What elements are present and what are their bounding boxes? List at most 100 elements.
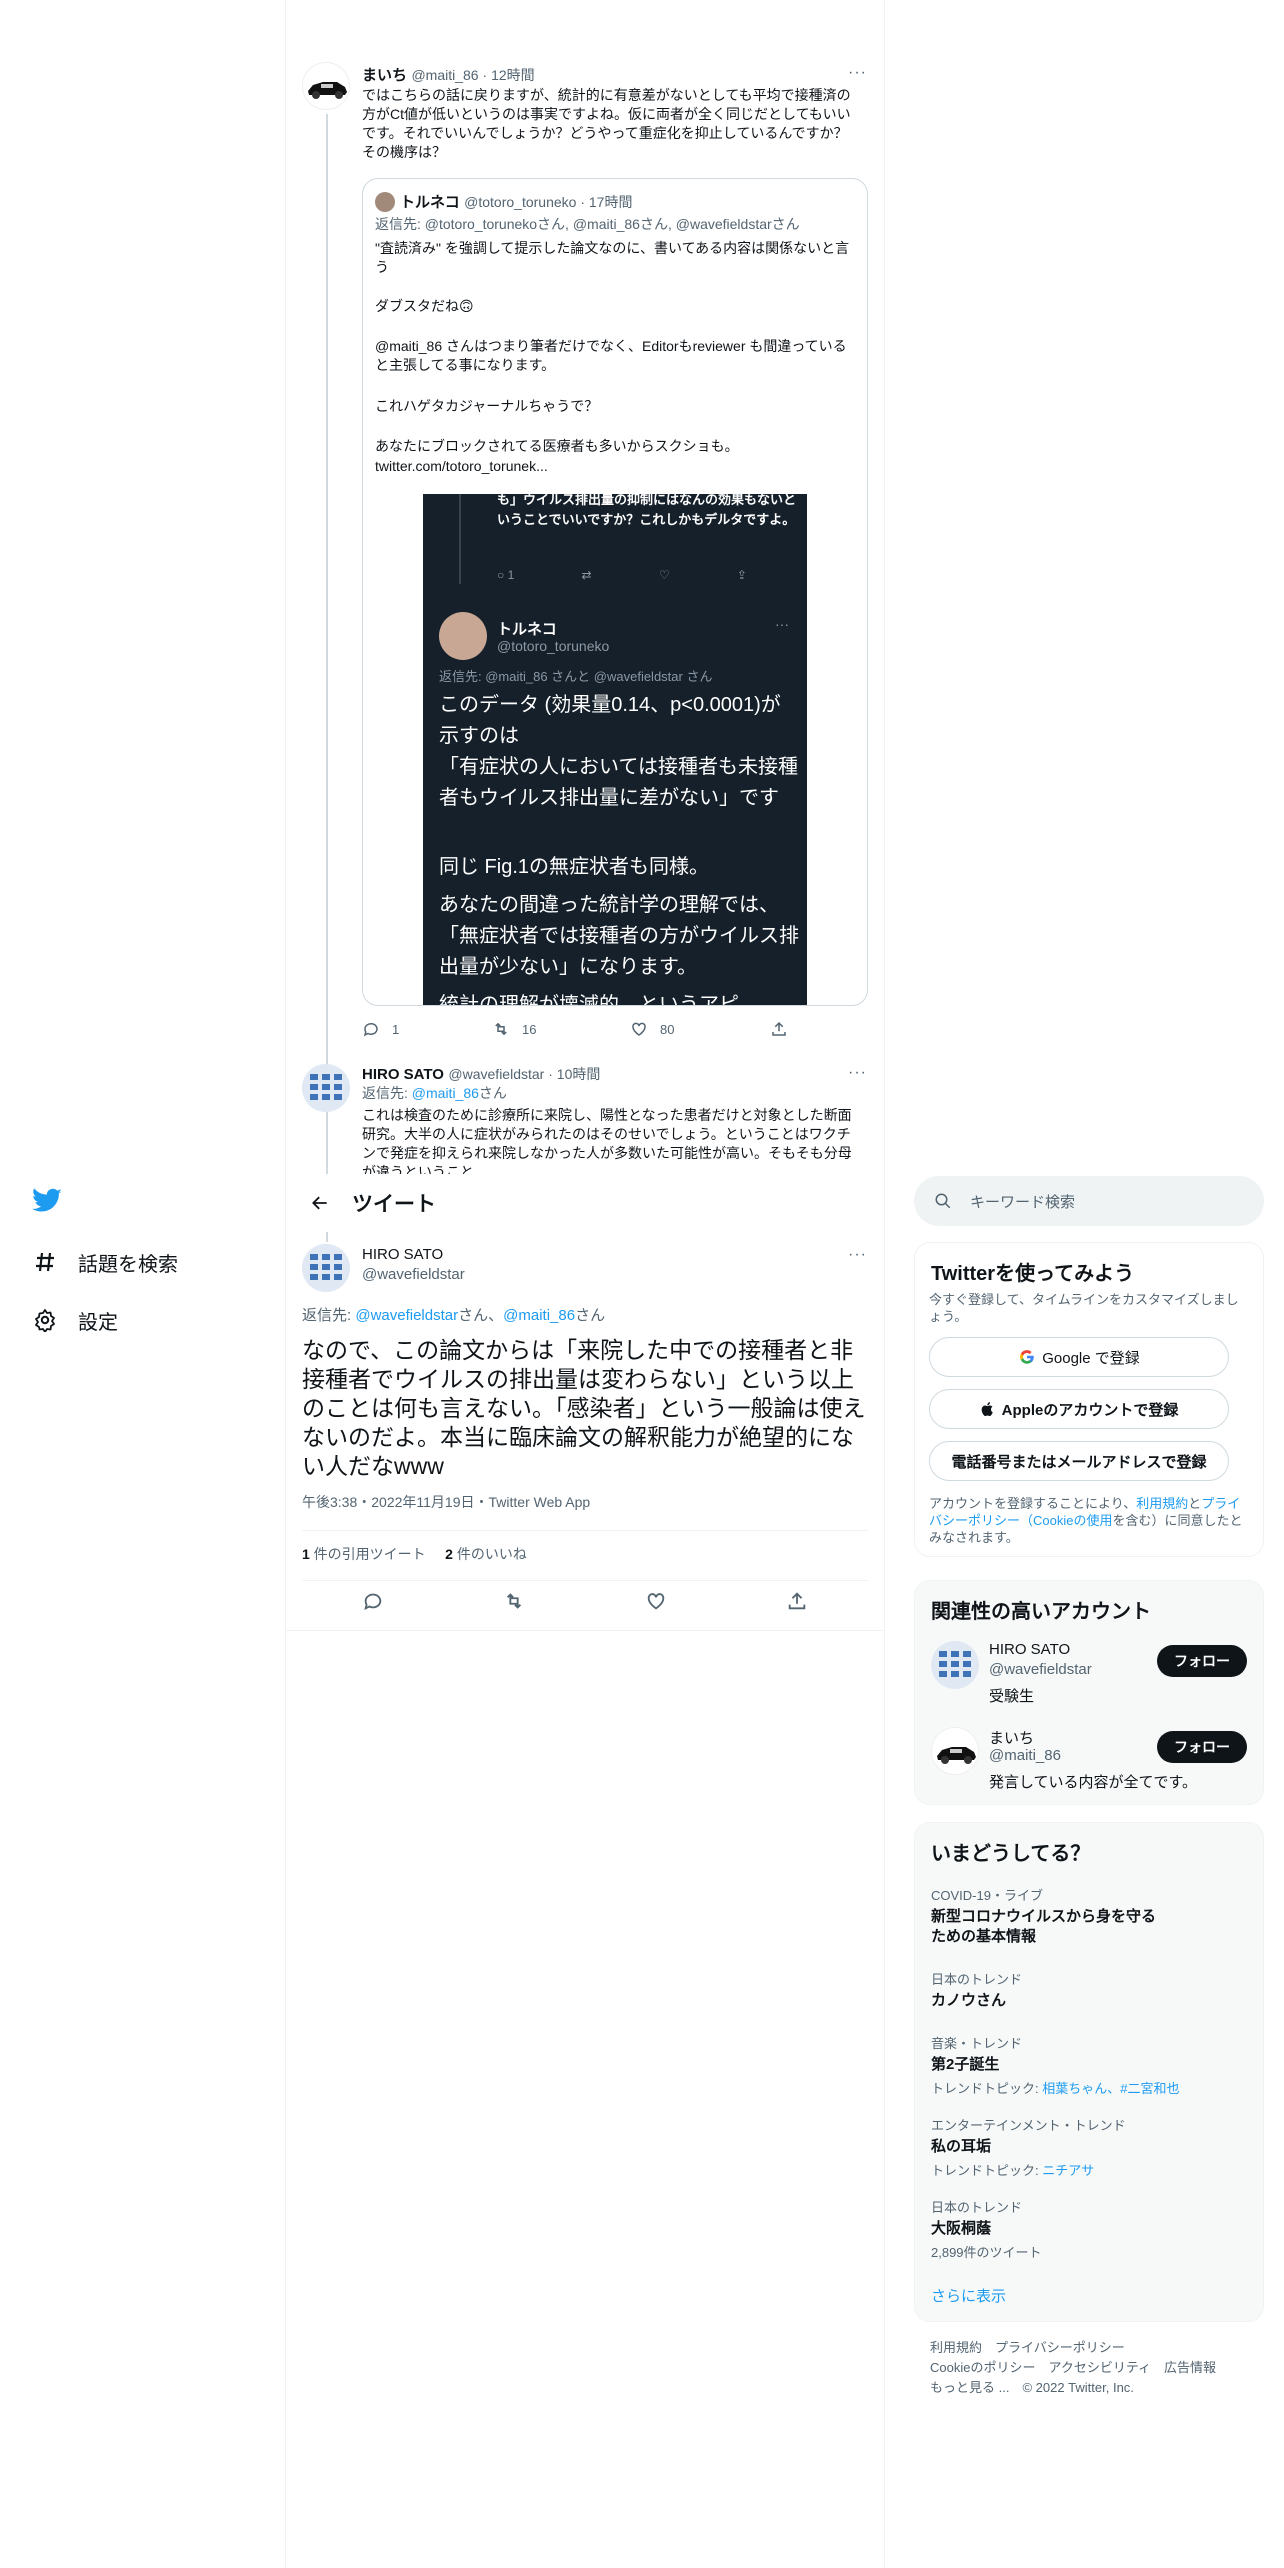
google-icon bbox=[1020, 1350, 1034, 1364]
search-input[interactable]: キーワード検索 bbox=[970, 1191, 1075, 1212]
reply-to: 返信先: @maiti_86さん bbox=[362, 1085, 507, 1101]
image-handle: @totoro_toruneko bbox=[497, 638, 610, 654]
tweet-stats: 1 件の引用ツイート 2 件のいいね bbox=[302, 1544, 527, 1564]
twitter-bird-icon[interactable] bbox=[32, 1188, 66, 1218]
retweet-button[interactable] bbox=[503, 1590, 525, 1617]
account-row[interactable]: まいち @maiti_86 発言している内容が全てです。 フォロー bbox=[915, 1723, 1263, 1803]
author-handle[interactable]: @maiti_86 bbox=[411, 67, 478, 83]
back-button[interactable] bbox=[300, 1183, 340, 1223]
signup-panel: Twitterを使ってみよう 今すぐ登録して、タイムラインをカスタマイズしましょ… bbox=[914, 1242, 1264, 1557]
avatar[interactable] bbox=[302, 1064, 350, 1112]
footer-links-1[interactable]: 利用規約 プライバシーポリシー bbox=[930, 2338, 1260, 2358]
footer-links-2[interactable]: Cookieのポリシー アクセシビリティ 広告情報 bbox=[930, 2358, 1260, 2378]
author-name[interactable]: まいち bbox=[362, 67, 407, 84]
avatar[interactable] bbox=[302, 1244, 350, 1292]
image-p2: 「有症状の人においては接種者も未接種者もウイルス排出量に差がない」です bbox=[439, 756, 798, 809]
quote-link[interactable]: twitter.com/totoro_torunek... bbox=[375, 457, 855, 476]
quote-tweet[interactable]: トルネコ @totoro_toruneko · 17時間 返信先: @totor… bbox=[362, 178, 868, 1006]
image-p5: 統計の理解が壊滅的、というアピ bbox=[439, 994, 739, 1006]
reply-to-link[interactable]: @wavefieldstar bbox=[355, 1307, 458, 1324]
retweet-button[interactable]: 16 bbox=[492, 1020, 630, 1038]
apple-signup-button[interactable]: Appleのアカウントで登録 bbox=[929, 1389, 1229, 1429]
tweet-text: これは検査のために診療所に来院し、陽性となった患者だけと対象とした断面研究。大半… bbox=[362, 1107, 852, 1174]
tweet-header: HIRO SATO @wavefieldstar · 10時間 bbox=[362, 1066, 601, 1083]
phone-email-signup-button[interactable]: 電話番号またはメールアドレスで登録 bbox=[929, 1441, 1229, 1481]
divider bbox=[302, 1530, 868, 1531]
trends-title: いまどうしてる？ bbox=[931, 1843, 1091, 1865]
avatar[interactable] bbox=[931, 1641, 979, 1689]
share-icon bbox=[772, 1021, 786, 1036]
search-box[interactable]: キーワード検索 bbox=[914, 1176, 1264, 1226]
trend-tweet-count: 2,899件のツイート bbox=[931, 2245, 1042, 2260]
trend-topic-link[interactable]: 相葉ちゃん、#二宮和也 bbox=[1042, 2081, 1179, 2096]
quote-p1: "査読済み" を強調して提示した論文なのに、書いてある内容は関係ないと言う bbox=[375, 240, 850, 275]
signup-title: Twitterを使ってみよう bbox=[931, 1263, 1135, 1285]
tweet-text: なので、この論文からは「来院した中での接種者と非接種者でウイルスの排出量は変わら… bbox=[302, 1337, 866, 1479]
terms-link[interactable]: 利用規約 bbox=[1136, 1496, 1188, 1511]
like-count-link[interactable]: 2 件のいいね bbox=[445, 1546, 527, 1562]
quote-screenshot-image[interactable]: も」ウイルス排出量の抑制にはなんの効果もないということでいいですか？これしかもデ… bbox=[423, 494, 807, 1006]
tweet-text: ではこちらの話に戻りますが、統計的に有意差がないとしても平均で接種済の方がCt値… bbox=[362, 87, 851, 160]
like-button[interactable] bbox=[645, 1590, 667, 1617]
quote-p5: あなたにブロックされてる医療者も多いからスクショも。 bbox=[375, 438, 739, 454]
quote-p3: @maiti_86 さんはつまり筆者だけでなく、Editorもreviewer … bbox=[375, 338, 847, 373]
signup-subtitle: 今すぐ登録して、タイムラインをカスタマイズしましょう。 bbox=[929, 1292, 1239, 1324]
image-actions: ○ 1 ⇄ ♡ ⇪ bbox=[497, 568, 747, 582]
account-handle: @wavefieldstar bbox=[989, 1661, 1092, 1678]
quote-header: トルネコ @totoro_toruneko · 17時間 bbox=[375, 191, 632, 212]
author-handle[interactable]: @wavefieldstar bbox=[448, 1066, 544, 1082]
avatar[interactable] bbox=[302, 62, 350, 110]
tweet-hiro-reply[interactable]: HIRO SATO @wavefieldstar · 10時間 ··· 返信先:… bbox=[286, 1058, 884, 1174]
nav-settings[interactable]: 設定 bbox=[32, 1300, 118, 1340]
page-header: ツイート bbox=[286, 1174, 884, 1232]
footer-links-3[interactable]: もっと見る ... © 2022 Twitter, Inc. bbox=[930, 2378, 1260, 2398]
signup-terms: アカウントを登録することにより、利用規約とプライバシーポリシー（Cookieの使… bbox=[929, 1496, 1243, 1545]
reply-button[interactable]: 1 bbox=[362, 1020, 492, 1038]
divider bbox=[286, 1630, 884, 1631]
share-icon bbox=[789, 1592, 806, 1610]
reply-button[interactable] bbox=[362, 1590, 384, 1617]
account-name: まいち bbox=[989, 1730, 1035, 1747]
trend-name: 大阪桐蔭 bbox=[931, 2220, 992, 2237]
like-button[interactable]: 80 bbox=[630, 1020, 770, 1038]
trend-name: 第2子誕生 bbox=[931, 2056, 1000, 2073]
reply-to-link[interactable]: @maiti_86 bbox=[503, 1307, 575, 1324]
trend-topic-link[interactable]: ニチアサ bbox=[1042, 2163, 1094, 2178]
trend-name: カノウさん bbox=[931, 1992, 1007, 2009]
quote-count-link[interactable]: 1 件の引用ツイート bbox=[302, 1546, 426, 1562]
tweet-time[interactable]: 12時間 bbox=[491, 67, 535, 83]
image-p3: 同じ Fig.1の無症状者も同様。 bbox=[439, 856, 710, 878]
share-button[interactable] bbox=[786, 1590, 808, 1617]
trend-item[interactable]: エンターテインメント・トレンド 私の耳垢 トレンドトピック: ニチアサ bbox=[931, 2115, 1251, 2179]
trend-item[interactable]: COVID-19・ライブ 新型コロナウイルスから身を守るための基本情報 bbox=[931, 1885, 1251, 1947]
main-tweet: HIRO SATO @wavefieldstar ··· 返信先: @wavef… bbox=[286, 1232, 884, 1632]
tweet-time[interactable]: 10時間 bbox=[557, 1066, 601, 1082]
share-button[interactable] bbox=[770, 1020, 800, 1038]
google-signup-button[interactable]: Google で登録 bbox=[929, 1337, 1229, 1377]
follow-button[interactable]: フォロー bbox=[1157, 1645, 1247, 1677]
tweet-maiti[interactable]: まいち @maiti_86 · 12時間 ··· ではこちらの話に戻りますが、統… bbox=[286, 50, 884, 1154]
more-icon[interactable]: ··· bbox=[848, 1064, 868, 1084]
trend-item[interactable]: 音楽・トレンド 第2子誕生 トレンドトピック: 相葉ちゃん、#二宮和也 bbox=[931, 2033, 1251, 2097]
author-name[interactable]: HIRO SATO bbox=[362, 1066, 444, 1083]
more-icon[interactable]: ··· bbox=[848, 1246, 868, 1266]
author-name[interactable]: HIRO SATO bbox=[362, 1246, 443, 1263]
trend-item[interactable]: 日本のトレンド 大阪桐蔭 2,899件のツイート bbox=[931, 2197, 1251, 2261]
reply-icon bbox=[364, 1593, 381, 1611]
follow-button[interactable]: フォロー bbox=[1157, 1731, 1247, 1763]
image-p1: このデータ (効果量0.14、p<0.0001)が示すのは bbox=[439, 694, 781, 747]
show-more-link[interactable]: さらに表示 bbox=[931, 2285, 1006, 2306]
reply-to-link[interactable]: @maiti_86 bbox=[412, 1085, 479, 1101]
more-icon[interactable]: ··· bbox=[848, 64, 868, 84]
nav-explore[interactable]: 話題を検索 bbox=[32, 1242, 178, 1282]
author-handle[interactable]: @wavefieldstar bbox=[362, 1266, 465, 1283]
image-retweet-icon: ⇄ bbox=[581, 568, 592, 582]
image-like-icon: ♡ bbox=[658, 568, 670, 582]
account-bio: 発言している内容が全てです。 bbox=[989, 1774, 1198, 1791]
tweet-timestamp[interactable]: 午後3:38・2022年11月19日・Twitter Web App bbox=[302, 1492, 590, 1512]
trend-item[interactable]: 日本のトレンド カノウさん bbox=[931, 1969, 1251, 2011]
account-row[interactable]: HIRO SATO @wavefieldstar 受験生 フォロー bbox=[915, 1637, 1263, 1717]
avatar[interactable] bbox=[931, 1727, 979, 1775]
image-top-text: も」ウイルス排出量の抑制にはなんの効果もないということでいいですか？これしかもデ… bbox=[497, 494, 797, 527]
reply-to: 返信先: @wavefieldstarさん、@maiti_86さん bbox=[302, 1307, 606, 1324]
